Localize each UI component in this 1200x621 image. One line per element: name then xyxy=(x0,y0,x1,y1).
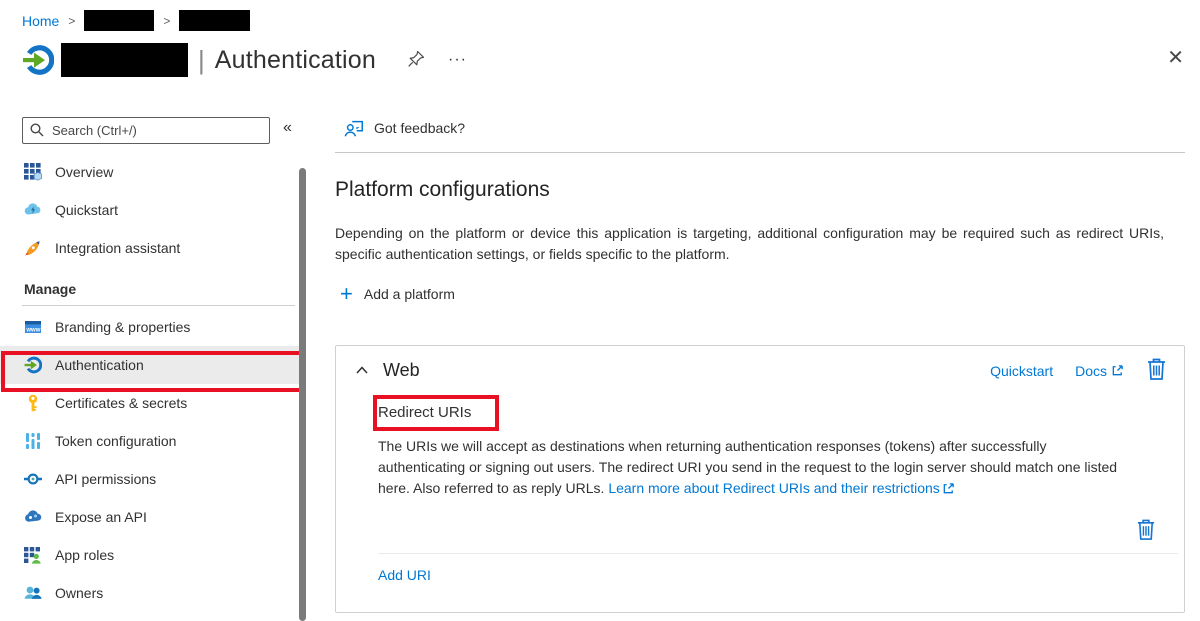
breadcrumb-home-link[interactable]: Home xyxy=(22,13,59,29)
breadcrumb: Home > > xyxy=(22,10,250,31)
quickstart-link[interactable]: Quickstart xyxy=(990,363,1053,379)
command-bar-divider xyxy=(335,152,1185,153)
quickstart-icon xyxy=(24,201,42,219)
expose-api-icon xyxy=(24,508,42,526)
sidebar-item-api-permissions[interactable]: API permissions xyxy=(0,460,303,498)
breadcrumb-redacted-item[interactable] xyxy=(84,10,154,31)
sidebar-item-quickstart[interactable]: Quickstart xyxy=(0,191,303,229)
page-header: | Authentication ··· xyxy=(22,43,471,77)
learn-more-label: Learn more about Redirect URIs and their… xyxy=(608,480,939,496)
main-content: Got feedback? Platform configurations De… xyxy=(335,105,1185,621)
sidebar-item-label: Token configuration xyxy=(55,433,176,449)
sidebar-item-label: API permissions xyxy=(55,471,156,487)
sidebar-search xyxy=(22,117,270,144)
authentication-icon xyxy=(24,356,42,374)
sidebar-item-label: Quickstart xyxy=(55,202,118,218)
sidebar-item-expose-an-api[interactable]: Expose an API xyxy=(0,498,303,536)
sidebar-item-label: Owners xyxy=(55,585,103,601)
integration-assistant-icon xyxy=(24,239,42,257)
token-configuration-icon xyxy=(24,432,42,450)
app-registration-authentication-page: Home > > | Authentication ··· ✕ xyxy=(0,0,1200,621)
manage-section-header: Manage xyxy=(0,267,303,305)
search-icon xyxy=(29,122,45,138)
breadcrumb-separator: > xyxy=(163,14,170,28)
learn-more-redirect-uris-link[interactable]: Learn more about Redirect URIs and their… xyxy=(608,480,954,496)
manage-divider xyxy=(22,305,295,306)
delete-web-platform-button[interactable] xyxy=(1146,357,1167,384)
app-registration-icon xyxy=(22,44,54,76)
sidebar-item-label: Certificates & secrets xyxy=(55,395,187,411)
sidebar-item-integration-assistant[interactable]: Integration assistant xyxy=(0,229,303,267)
got-feedback-label: Got feedback? xyxy=(374,120,465,136)
sidebar-item-owners[interactable]: Owners xyxy=(0,574,303,612)
owners-icon xyxy=(24,584,42,602)
app-name-redacted xyxy=(61,43,188,77)
redirect-uris-description: The URIs we will accept as destinations … xyxy=(378,436,1124,499)
add-uri-link[interactable]: Add URI xyxy=(378,567,431,583)
sidebar-item-label: Overview xyxy=(55,164,113,180)
sidebar-item-certificates-secrets[interactable]: Certificates & secrets xyxy=(0,384,303,422)
sidebar-item-label: Authentication xyxy=(55,357,144,373)
sidebar-item-label: Integration assistant xyxy=(55,240,180,256)
feedback-icon xyxy=(343,117,365,139)
search-input[interactable] xyxy=(22,117,270,144)
chevron-up-icon xyxy=(355,365,369,375)
close-blade-button[interactable]: ✕ xyxy=(1167,48,1184,68)
breadcrumb-redacted-item[interactable] xyxy=(179,10,250,31)
app-roles-icon xyxy=(24,546,42,564)
page-title: Authentication xyxy=(215,46,376,75)
sidebar-item-label: Branding & properties xyxy=(55,319,190,335)
uri-row-divider xyxy=(378,553,1178,554)
trash-icon xyxy=(1136,518,1156,541)
trash-icon xyxy=(1146,357,1167,381)
web-card-actions: Quickstart Docs xyxy=(990,357,1167,384)
redirect-uris-label: Redirect URIs xyxy=(378,404,471,421)
sidebar-item-overview[interactable]: Overview xyxy=(0,153,303,191)
platform-configurations-description: Depending on the platform or device this… xyxy=(335,223,1164,265)
add-platform-label: Add a platform xyxy=(364,286,455,302)
sidebar-item-label: App roles xyxy=(55,547,114,563)
sidebar-item-label: Expose an API xyxy=(55,509,147,525)
web-card-title: Web xyxy=(383,360,420,381)
sidebar-item-authentication[interactable]: Authentication xyxy=(0,346,303,384)
sidebar: « Overview Quickstart xyxy=(0,105,310,621)
got-feedback-button[interactable]: Got feedback? xyxy=(343,117,465,139)
web-card-header: Web Quickstart Docs xyxy=(336,357,1184,384)
web-platform-card: Web Quickstart Docs xyxy=(335,345,1185,613)
branding-properties-icon: www xyxy=(24,318,42,336)
more-commands-button[interactable]: ··· xyxy=(444,49,471,71)
sidebar-item-branding-properties[interactable]: www Branding & properties xyxy=(0,308,303,346)
collapse-web-section-button[interactable] xyxy=(351,359,373,382)
external-link-icon xyxy=(942,482,955,495)
platform-configurations-heading: Platform configurations xyxy=(335,178,550,202)
docs-link[interactable]: Docs xyxy=(1075,363,1124,379)
sidebar-item-token-configuration[interactable]: Token configuration xyxy=(0,422,303,460)
sidebar-nav: Overview Quickstart Integration assistan… xyxy=(0,153,303,612)
delete-redirect-uri-button[interactable] xyxy=(1136,518,1156,544)
collapse-sidebar-button[interactable]: « xyxy=(283,119,292,137)
api-permissions-icon xyxy=(24,470,42,488)
title-separator: | xyxy=(198,45,205,76)
certificates-secrets-icon xyxy=(24,394,42,412)
pin-icon xyxy=(406,49,426,69)
external-link-icon xyxy=(1111,364,1124,377)
pin-button[interactable] xyxy=(404,47,428,74)
plus-icon: + xyxy=(340,285,353,303)
overview-icon xyxy=(24,163,42,181)
breadcrumb-separator: > xyxy=(68,14,75,28)
docs-link-label: Docs xyxy=(1075,363,1107,379)
svg-text:www: www xyxy=(25,327,40,333)
add-platform-button[interactable]: + Add a platform xyxy=(340,285,455,303)
sidebar-item-app-roles[interactable]: App roles xyxy=(0,536,303,574)
sidebar-scrollbar[interactable] xyxy=(299,168,306,621)
